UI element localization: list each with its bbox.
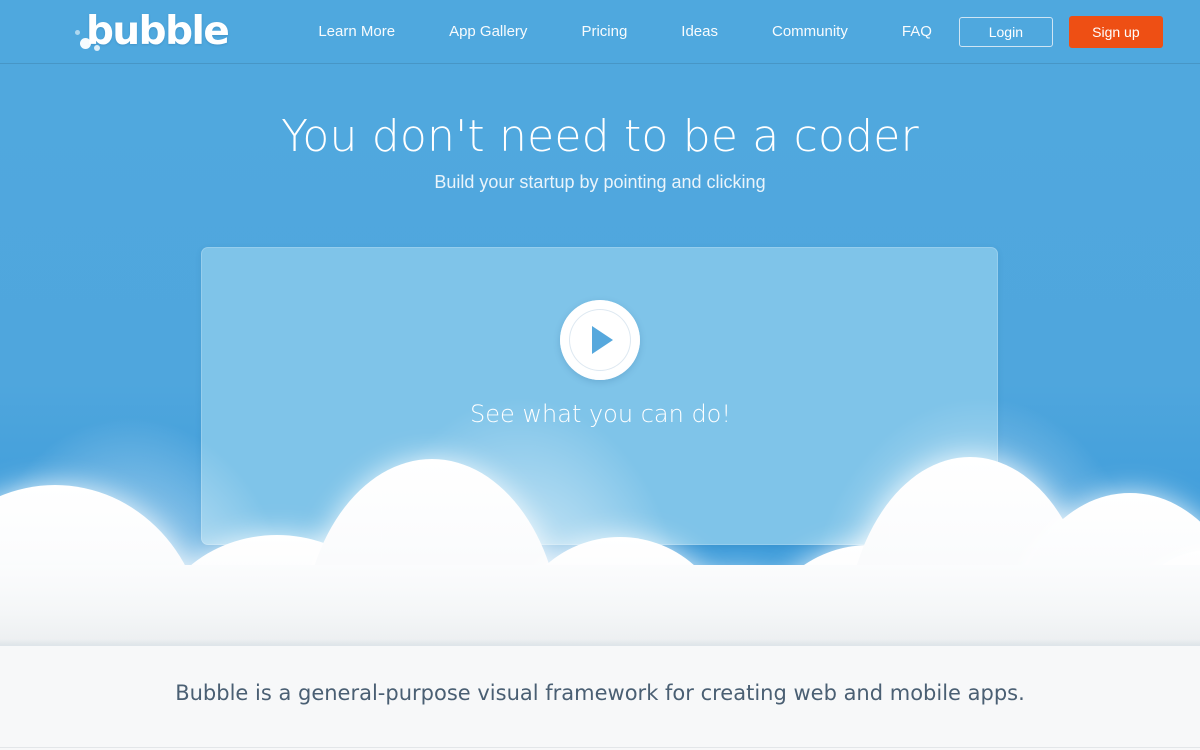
- page-subtitle: Build your startup by pointing and click…: [434, 172, 766, 192]
- signup-button[interactable]: Sign up: [1068, 15, 1163, 48]
- bubble-dot-medium-icon: [94, 44, 100, 51]
- nav-item-ideas[interactable]: Ideas: [681, 23, 718, 40]
- intro-section: Bubble is a general-purpose visual frame…: [0, 645, 1200, 750]
- main-navigation: Learn More App Gallery Pricing Ideas Com…: [318, 23, 959, 40]
- play-button[interactable]: [559, 300, 640, 380]
- logo[interactable]: bubble: [72, 4, 230, 60]
- bubble-dot-small-icon: [75, 29, 80, 35]
- bubble-dot-large-icon: [80, 37, 91, 49]
- site-header: bubble Learn More App Gallery Pricing Id…: [0, 0, 1200, 64]
- nav-item-app-gallery[interactable]: App Gallery: [449, 23, 527, 40]
- landing-page: bubble Learn More App Gallery Pricing Id…: [0, 0, 1200, 750]
- page-title: You don't need to be a coder: [281, 111, 919, 162]
- section-divider: [0, 747, 1200, 748]
- nav-item-learn-more[interactable]: Learn More: [318, 23, 395, 40]
- logo-text: bubble: [86, 9, 230, 54]
- hero-section: You don't need to be a coder Build your …: [0, 64, 1200, 645]
- play-triangle-icon: [592, 326, 613, 354]
- auth-actions: Login Sign up: [958, 15, 1163, 48]
- cloud-base: [0, 565, 1200, 645]
- nav-item-community[interactable]: Community: [772, 23, 848, 40]
- nav-item-pricing[interactable]: Pricing: [581, 23, 627, 40]
- cloud-skyline: [0, 395, 1200, 645]
- login-button[interactable]: Login: [958, 16, 1053, 47]
- hero-bottom-fade: [0, 639, 1200, 645]
- nav-item-faq[interactable]: FAQ: [902, 23, 932, 40]
- intro-tagline: Bubble is a general-purpose visual frame…: [175, 681, 1025, 705]
